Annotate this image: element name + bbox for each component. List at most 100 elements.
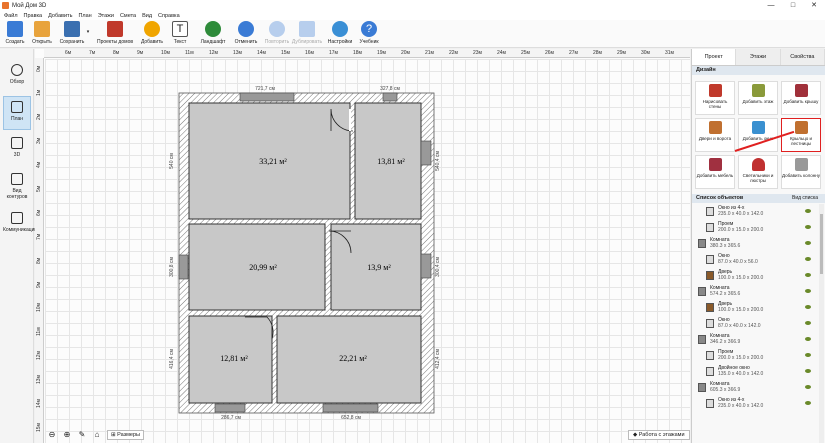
ruler-icon[interactable]: ✎: [77, 430, 87, 440]
sizes-button[interactable]: ⊞ Размеры: [107, 430, 144, 440]
list-item[interactable]: Двойное окно 135.0 x 40.0 x 142.0: [692, 364, 825, 380]
plan-canvas[interactable]: 6м 7м 8м 9м 10м 11м 12м 13м 14м 15м 16м …: [35, 49, 690, 443]
nav-contours[interactable]: Вид контуров: [3, 169, 31, 207]
menu-help[interactable]: Справка: [158, 13, 180, 19]
window-bottom-right[interactable]: [322, 403, 379, 413]
room-icon: [698, 383, 706, 392]
visibility-icon[interactable]: [805, 369, 811, 373]
room-area-label: 13,9 м²: [367, 263, 391, 272]
landscape-button[interactable]: Ландшафт: [198, 21, 228, 45]
design-grid: Нарисовать стены Добавить этаж Добавить …: [692, 75, 825, 189]
menu-edit[interactable]: Правка: [24, 13, 43, 19]
save-dropdown-chevron-icon[interactable]: ▾: [86, 29, 90, 35]
window-left[interactable]: [178, 254, 189, 280]
visibility-icon[interactable]: [805, 401, 811, 405]
nav-plan[interactable]: План: [3, 96, 31, 130]
door-icon: [706, 271, 714, 280]
menu-view[interactable]: Вид: [142, 13, 152, 19]
nav-communications[interactable]: Коммуникации: [3, 208, 37, 246]
door-icon: [708, 121, 722, 134]
list-item[interactable]: Комната 346.2 x 366.9: [692, 332, 825, 348]
title-bar: Мой Дом 3D: [0, 0, 825, 11]
zoom-in-icon[interactable]: ⊕: [62, 430, 72, 440]
toolbar: Создать Открыть Сохранить ▾ Проекты домо…: [0, 20, 825, 48]
object-size: 100.0 x 15.0 x 200.0: [718, 306, 764, 313]
visibility-icon[interactable]: [805, 305, 811, 309]
add-roof-button[interactable]: Добавить крышу: [781, 81, 821, 115]
window-right-middle[interactable]: [420, 253, 432, 279]
add-floor-button[interactable]: Добавить этаж: [738, 81, 778, 115]
menu-estimate[interactable]: Смета: [120, 13, 136, 19]
add-button[interactable]: Добавить: [140, 21, 164, 45]
new-doc-icon: [7, 21, 23, 37]
save-button[interactable]: Сохранить: [58, 21, 86, 45]
text-button[interactable]: T Текст: [170, 21, 190, 45]
home-icon[interactable]: ⌂: [92, 430, 102, 440]
tree-icon: [205, 21, 221, 37]
house-projects-button[interactable]: Проекты домов: [96, 21, 134, 45]
visibility-icon[interactable]: [805, 385, 811, 389]
scrollbar-thumb[interactable]: [820, 214, 823, 274]
visibility-icon[interactable]: [805, 353, 811, 357]
window-icon: [706, 255, 714, 264]
list-item[interactable]: Проем 200.0 x 15.0 x 200.0: [692, 348, 825, 364]
menu-add[interactable]: Добавить: [48, 13, 72, 19]
nav-3d[interactable]: 3D: [3, 133, 31, 167]
visibility-icon[interactable]: [805, 273, 811, 277]
add-icon: [144, 21, 160, 37]
doors-gates-button[interactable]: Двери и ворота: [695, 118, 735, 152]
draw-walls-button[interactable]: Нарисовать стены: [695, 81, 735, 115]
menu-floors[interactable]: Этажи: [98, 13, 114, 19]
objects-scrollbar[interactable]: [819, 204, 824, 443]
zoom-out-icon[interactable]: ⊖: [47, 430, 57, 440]
tutorial-button[interactable]: ? Учебник: [357, 21, 381, 45]
list-item[interactable]: Дверь 100.0 x 15.0 x 200.0: [692, 268, 825, 284]
visibility-icon[interactable]: [805, 257, 811, 261]
list-item[interactable]: Комната 380.3 x 365.6: [692, 236, 825, 252]
list-item[interactable]: Окно 87.0 x 40.0 x 56.0: [692, 252, 825, 268]
list-item[interactable]: Окно из 4-х 235.0 x 40.0 x 142.0: [692, 396, 825, 412]
visibility-icon[interactable]: [805, 209, 811, 213]
lamps-button[interactable]: Светильники и люстры: [738, 155, 778, 189]
tab-floors[interactable]: Этажи: [736, 49, 781, 65]
maximize-button[interactable]: □: [782, 0, 804, 11]
list-item[interactable]: Комната 605.3 x 366.9: [692, 380, 825, 396]
window-top-right[interactable]: [382, 92, 398, 102]
redo-button[interactable]: Повторить: [262, 21, 292, 45]
undo-button[interactable]: Отменить: [232, 21, 260, 45]
list-item[interactable]: Дверь 100.0 x 15.0 x 200.0: [692, 300, 825, 316]
list-item[interactable]: Комната 574.2 x 365.6: [692, 284, 825, 300]
dimension-label: 327,8 см: [380, 86, 400, 92]
list-view-toggle[interactable]: Вид списка: [792, 194, 818, 203]
settings-button[interactable]: Настройки: [326, 21, 354, 45]
door-icon: [706, 303, 714, 312]
visibility-icon[interactable]: [805, 337, 811, 341]
window-icon: [706, 319, 714, 328]
add-furniture-button[interactable]: Добавить мебель: [695, 155, 735, 189]
close-button[interactable]: ✕: [803, 0, 825, 11]
list-item[interactable]: Окно 87.0 x 40.0 x 142.0: [692, 316, 825, 332]
visibility-icon[interactable]: [805, 241, 811, 245]
visibility-icon[interactable]: [805, 321, 811, 325]
work-with-floors-button[interactable]: ◆ Работа с этажами: [628, 430, 690, 440]
nav-overview[interactable]: Обзор: [3, 60, 31, 94]
menu-file[interactable]: Файл: [4, 13, 18, 19]
open-button[interactable]: Открыть: [30, 21, 54, 45]
window-bottom-left[interactable]: [214, 403, 246, 413]
dimension-label: 286,7 см: [221, 415, 241, 421]
object-size: 200.0 x 15.0 x 200.0: [718, 226, 764, 233]
window-right-upper[interactable]: [420, 140, 432, 166]
minimize-button[interactable]: —: [760, 0, 782, 11]
create-button[interactable]: Создать: [4, 21, 26, 45]
list-item[interactable]: Окно из 4-х 235.0 x 40.0 x 142.0: [692, 204, 825, 220]
visibility-icon[interactable]: [805, 289, 811, 293]
window-top-left[interactable]: [239, 92, 295, 102]
tab-properties[interactable]: Свойства: [780, 49, 825, 65]
visibility-icon[interactable]: [805, 225, 811, 229]
dimension-label: 721,7 см: [255, 86, 275, 92]
tab-project[interactable]: Проект: [692, 49, 737, 65]
add-column-button[interactable]: Добавить колонну: [781, 155, 821, 189]
list-item[interactable]: Проем 200.0 x 15.0 x 200.0: [692, 220, 825, 236]
duplicate-button[interactable]: Дублировать: [290, 21, 324, 45]
menu-plan[interactable]: План: [78, 13, 91, 19]
